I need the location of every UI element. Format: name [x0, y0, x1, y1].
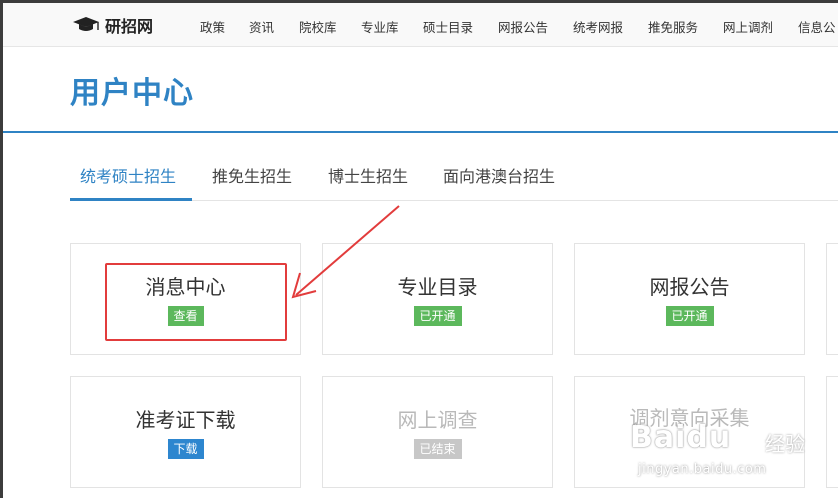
watermark-brand: Baidu	[630, 420, 732, 455]
watermark-url: jingyan.baidu.com	[638, 462, 767, 477]
baidu-jingyan-watermark: Baidu 经验 jingyan.baidu.com	[620, 418, 825, 488]
watermark-cn: 经验	[765, 432, 805, 456]
